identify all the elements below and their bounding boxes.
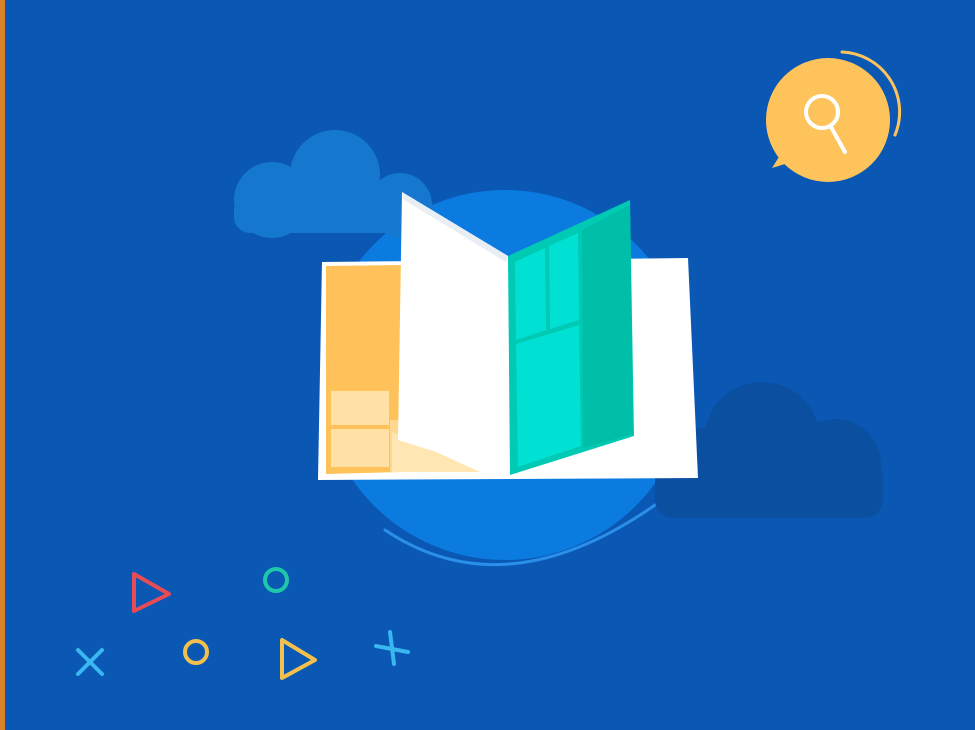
illustration-canvas	[0, 0, 975, 730]
book-left-grid	[331, 391, 389, 467]
book-illustration	[0, 0, 975, 730]
search-icon	[766, 58, 890, 182]
left-edge-accent	[0, 0, 5, 730]
book-right-panel-edge	[582, 205, 633, 448]
